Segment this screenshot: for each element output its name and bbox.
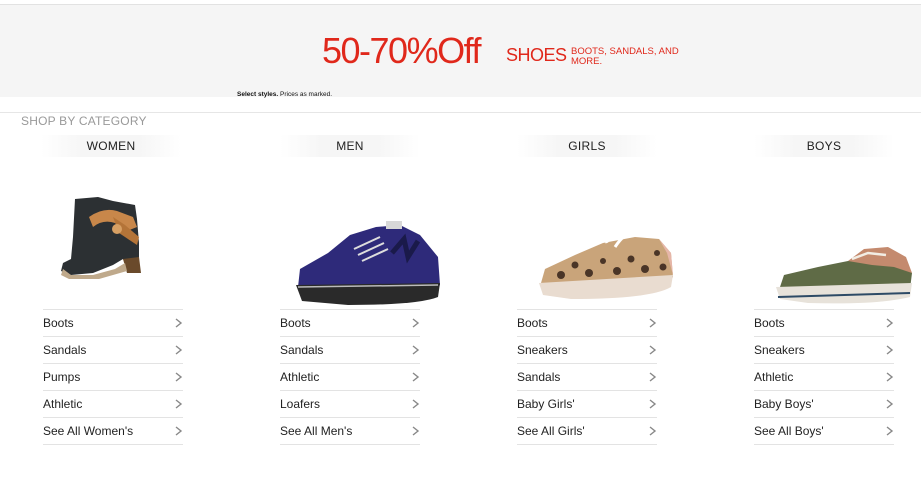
link-girls-see-all[interactable]: See All Girls' [517, 418, 657, 445]
link-label: Sandals [43, 343, 87, 357]
link-label: Boots [280, 316, 311, 330]
chevron-right-icon [412, 426, 420, 436]
link-boys-baby[interactable]: Baby Boys' [754, 391, 894, 418]
link-women-pumps[interactable]: Pumps [43, 364, 183, 391]
link-label: See All Girls' [517, 424, 585, 438]
link-boys-boots[interactable]: Boots [754, 310, 894, 337]
link-boys-athletic[interactable]: Athletic [754, 364, 894, 391]
link-label: Sandals [280, 343, 324, 357]
link-girls-sneakers[interactable]: Sneakers [517, 337, 657, 364]
link-girls-sandals[interactable]: Sandals [517, 364, 657, 391]
women-links: Boots Sandals Pumps Athletic See All Wom… [43, 309, 183, 445]
leopard-sneaker-image[interactable] [517, 157, 673, 309]
girls-links: Boots Sneakers Sandals Baby Girls' See A… [517, 309, 657, 445]
link-girls-baby[interactable]: Baby Girls' [517, 391, 657, 418]
chevron-right-icon [412, 345, 420, 355]
link-girls-boots[interactable]: Boots [517, 310, 657, 337]
ankle-boot-image[interactable] [43, 157, 183, 309]
column-title-boys[interactable]: BOYS [754, 135, 894, 157]
link-label: Loafers [280, 397, 321, 411]
chevron-right-icon [649, 426, 657, 436]
link-label: Sneakers [517, 343, 568, 357]
link-label: Baby Boys' [754, 397, 814, 411]
link-label: Boots [517, 316, 548, 330]
boys-links: Boots Sneakers Athletic Baby Boys' See A… [754, 309, 894, 445]
column-title-women[interactable]: WOMEN [41, 135, 181, 157]
link-label: Boots [754, 316, 785, 330]
chevron-right-icon [175, 399, 183, 409]
chevron-right-icon [175, 345, 183, 355]
link-label: Athletic [43, 397, 83, 411]
link-label: Athletic [280, 370, 320, 384]
link-men-athletic[interactable]: Athletic [280, 364, 420, 391]
chevron-right-icon [649, 345, 657, 355]
chevron-right-icon [649, 318, 657, 328]
category-column-women: WOMEN Boots Sandals Pumps Athletic See A… [41, 135, 183, 445]
category-column-men: MEN Boots Sandals Athletic Loafers See A… [280, 135, 440, 445]
chevron-right-icon [886, 426, 894, 436]
link-boys-sneakers[interactable]: Sneakers [754, 337, 894, 364]
column-title-girls[interactable]: GIRLS [517, 135, 657, 157]
link-label: Baby Girls' [517, 397, 575, 411]
link-women-boots[interactable]: Boots [43, 310, 183, 337]
chevron-right-icon [649, 372, 657, 382]
category-column-girls: GIRLS Boots Sneakers Sandals Baby Girls'… [517, 135, 673, 445]
chevron-right-icon [886, 345, 894, 355]
promo-subtitle: BOOTS, SANDALS, AND MORE. [571, 46, 679, 67]
link-label: See All Women's [43, 424, 134, 438]
link-label: See All Boys' [754, 424, 824, 438]
chevron-right-icon [886, 372, 894, 382]
link-men-sandals[interactable]: Sandals [280, 337, 420, 364]
link-label: See All Men's [280, 424, 353, 438]
link-label: Sneakers [754, 343, 805, 357]
column-title-men[interactable]: MEN [280, 135, 420, 157]
chevron-right-icon [175, 318, 183, 328]
link-women-athletic[interactable]: Athletic [43, 391, 183, 418]
link-label: Pumps [43, 370, 81, 384]
link-label: Sandals [517, 370, 561, 384]
chevron-right-icon [649, 399, 657, 409]
section-divider [0, 112, 921, 113]
link-label: Boots [43, 316, 74, 330]
chevron-right-icon [175, 372, 183, 382]
chevron-right-icon [412, 399, 420, 409]
chevron-right-icon [886, 318, 894, 328]
category-column-boys: BOYS Boots Sneakers Athletic Baby Boys' … [754, 135, 912, 445]
chevron-right-icon [412, 372, 420, 382]
chevron-right-icon [886, 399, 894, 409]
promo-fineprint: Select styles. Prices as marked. [237, 91, 332, 98]
boat-shoe-image[interactable] [754, 157, 912, 309]
section-heading: SHOP BY CATEGORY [21, 114, 147, 128]
promo-category: SHOES [506, 45, 567, 65]
link-men-see-all[interactable]: See All Men's [280, 418, 420, 445]
link-women-sandals[interactable]: Sandals [43, 337, 183, 364]
link-boys-see-all[interactable]: See All Boys' [754, 418, 894, 445]
link-men-boots[interactable]: Boots [280, 310, 420, 337]
fineprint-rest: Prices as marked. [278, 91, 333, 98]
men-links: Boots Sandals Athletic Loafers See All M… [280, 309, 420, 445]
fineprint-bold: Select styles. [237, 91, 279, 98]
chevron-right-icon [412, 318, 420, 328]
chevron-right-icon [175, 426, 183, 436]
promo-banner[interactable]: 50-70%Off SHOES BOOTS, SANDALS, AND MORE… [0, 5, 921, 98]
link-men-loafers[interactable]: Loafers [280, 391, 420, 418]
link-label: Athletic [754, 370, 794, 384]
promo-headline: 50-70%Off [322, 30, 481, 71]
link-women-see-all[interactable]: See All Women's [43, 418, 183, 445]
sneaker-image[interactable] [280, 157, 440, 309]
